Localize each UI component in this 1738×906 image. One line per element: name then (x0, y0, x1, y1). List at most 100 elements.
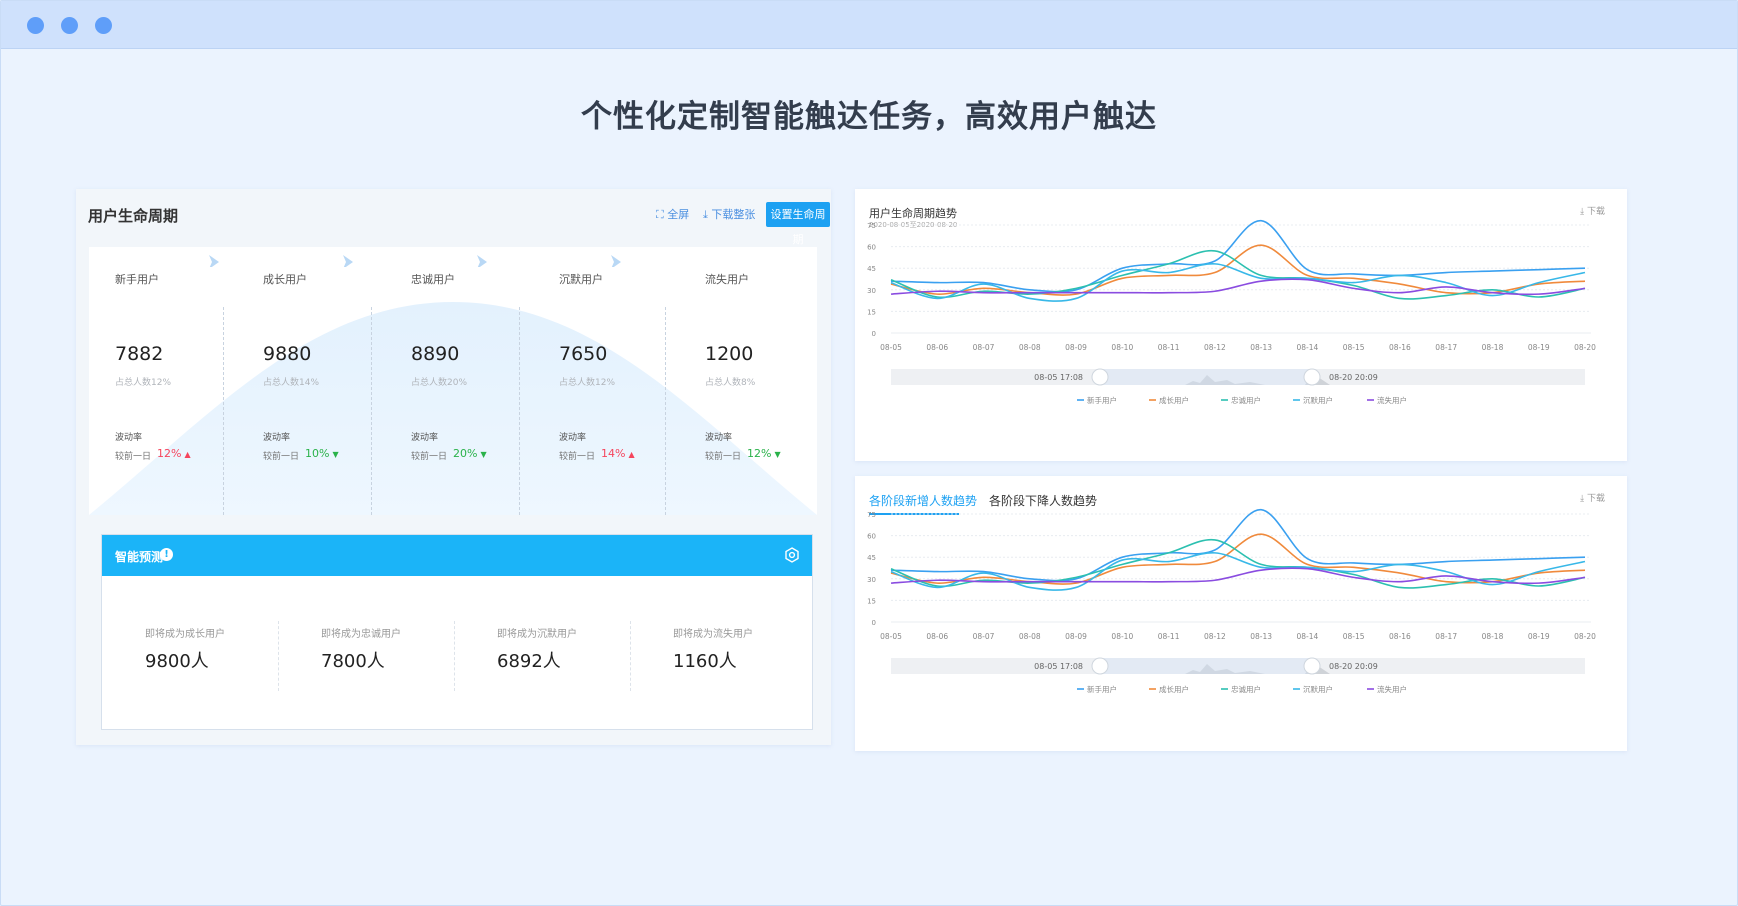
fullscreen-button[interactable]: ⛶ 全屏 (656, 206, 689, 222)
stage-share: 占总人数20% (411, 378, 468, 388)
prediction-value: 1160人 (673, 651, 737, 672)
settings-icon[interactable] (784, 547, 800, 563)
range-end-label: 08-20 20:09 (1329, 662, 1378, 671)
y-tick-label: 60 (867, 533, 876, 541)
x-tick-label: 08-13 (1250, 632, 1272, 641)
fullscreen-label: 全屏 (667, 208, 690, 221)
y-tick-label: 15 (867, 597, 876, 605)
x-tick-label: 08-12 (1204, 343, 1226, 352)
x-tick-label: 08-15 (1343, 632, 1365, 641)
stage-change-value: 20% (453, 447, 478, 460)
stage-rate-label: 波动率 (115, 433, 143, 443)
stage-change: 12% ▲ (157, 447, 191, 460)
stage-name: 沉默用户 (559, 273, 603, 286)
x-tick-label: 08-20 (1574, 343, 1596, 352)
range-handle-start (1091, 368, 1109, 386)
prediction-item: 即将成为忠诚用户 7800人 (278, 615, 454, 697)
window-dot-close[interactable] (27, 17, 44, 34)
stage-change-value: 12% (157, 447, 182, 460)
legend-label: 流失用户 (1377, 395, 1407, 405)
stage-name: 流失用户 (705, 273, 749, 286)
download-all-label: 下载整张 (711, 208, 756, 221)
stage-change: 14% ▲ (601, 447, 635, 460)
stage-divider (223, 307, 224, 515)
stage-rate-label: 波动率 (263, 433, 291, 443)
stage-name: 忠诚用户 (411, 273, 455, 286)
x-tick-label: 08-09 (1065, 632, 1087, 641)
x-tick-label: 08-14 (1297, 632, 1319, 641)
stage-4: 流失用户 1200 占总人数8% 波动率 较前一日 12% ▼ (679, 247, 817, 515)
lifecycle-trend-panel: 用户生命周期趋势 2020-08-05至2020-08-20 ⤓ 下载 0 15 3… (855, 189, 1627, 461)
prediction-header: 智能预测 ! (102, 535, 812, 576)
x-tick-label: 08-17 (1435, 632, 1457, 641)
x-tick-label: 08-17 (1435, 343, 1457, 352)
range-slider-selection (1100, 369, 1312, 385)
x-tick-label: 08-08 (1019, 632, 1041, 641)
x-tick-label: 08-16 (1389, 632, 1411, 641)
stage-change: 12% ▼ (747, 447, 781, 460)
legend-label: 沉默用户 (1303, 684, 1333, 694)
lifecycle-stages-card: 新手用户 7882 占总人数12% 波动率 较前一日 12% ▲ 成长用户 9880 占总人数14… (89, 247, 817, 515)
stage-2: 忠诚用户 8890 占总人数20% 波动率 较前一日 20% ▼ (385, 247, 533, 515)
stage-compare-label: 较前一日 (263, 452, 300, 462)
prediction-value: 9800人 (145, 651, 209, 672)
download-icon: ⤓ (703, 208, 708, 221)
x-tick-label: 08-10 (1111, 632, 1133, 641)
prediction-divider (630, 621, 631, 691)
range-start-label: 08-05 17:08 (1034, 373, 1083, 382)
stage-count: 8890 (411, 343, 460, 365)
stage-share: 占总人数8% (705, 378, 756, 388)
x-tick-label: 08-13 (1250, 343, 1272, 352)
stage-compare-label: 较前一日 (115, 452, 152, 462)
prediction-divider (278, 621, 279, 691)
x-tick-label: 08-05 (880, 343, 902, 352)
window-dot-maximize[interactable] (95, 17, 112, 34)
window-dot-minimize[interactable] (61, 17, 78, 34)
stage-3: 沉默用户 7650 占总人数12% 波动率 较前一日 14% ▲ (533, 247, 681, 515)
range-slider-selection (1100, 658, 1312, 674)
series-line-3 (890, 263, 1586, 302)
y-tick-label: 0 (872, 619, 876, 627)
range-end-label: 08-20 20:09 (1329, 373, 1378, 382)
y-tick-label: 45 (867, 265, 876, 273)
x-tick-label: 08-20 (1574, 632, 1596, 641)
page-headline: 个性化定制智能触达任务，高效用户触达 (581, 99, 1157, 135)
lifecycle-title: 用户生命周期 (88, 207, 179, 225)
stage-name: 新手用户 (115, 273, 159, 286)
legend-label: 成长用户 (1159, 684, 1189, 694)
prediction-label: 即将成为流失用户 (673, 629, 753, 640)
legend-label: 沉默用户 (1303, 395, 1333, 405)
stage-divider (519, 307, 520, 515)
y-tick-label: 75 (867, 511, 876, 519)
y-tick-label: 75 (867, 222, 876, 230)
arrow-down-icon: ▼ (480, 450, 487, 459)
stage-change-value: 14% (601, 447, 626, 460)
prediction-item: 即将成为流失用户 1160人 (630, 615, 806, 697)
stage-rate-label: 波动率 (411, 433, 439, 443)
lifecycle-trend-chart: 0 15 30 45 60 75 08-05 08-06 08-07 08-08 08-09 08-1… (867, 219, 1596, 405)
download-all-button[interactable]: ⤓ 下载整张 (703, 206, 755, 222)
arrow-up-icon: ▲ (628, 450, 635, 459)
info-icon[interactable]: ! (160, 548, 173, 561)
legend-label: 新手用户 (1087, 684, 1117, 694)
x-tick-label: 08-05 (880, 632, 902, 641)
x-tick-label: 08-12 (1204, 632, 1226, 641)
prediction-title: 智能预测 (115, 550, 164, 564)
prediction-item: 即将成为成长用户 9800人 (102, 615, 278, 697)
stage-count: 7650 (559, 343, 608, 365)
x-tick-label: 08-19 (1528, 343, 1550, 352)
arrow-down-icon: ▼ (774, 450, 781, 459)
legend-label: 成长用户 (1159, 395, 1189, 405)
window-titlebar (1, 1, 1737, 49)
series-line-3 (890, 552, 1586, 591)
y-tick-label: 30 (867, 287, 876, 295)
range-handle-start (1091, 657, 1109, 675)
stage-change-value: 10% (305, 447, 330, 460)
prediction-label: 即将成为沉默用户 (497, 629, 577, 640)
prediction-divider (454, 621, 455, 691)
x-tick-label: 08-08 (1019, 343, 1041, 352)
x-tick-label: 08-15 (1343, 343, 1365, 352)
legend-label: 新手用户 (1087, 395, 1117, 405)
x-tick-label: 08-07 (973, 632, 995, 641)
set-lifecycle-button[interactable]: 设置生命周期 (766, 202, 830, 246)
